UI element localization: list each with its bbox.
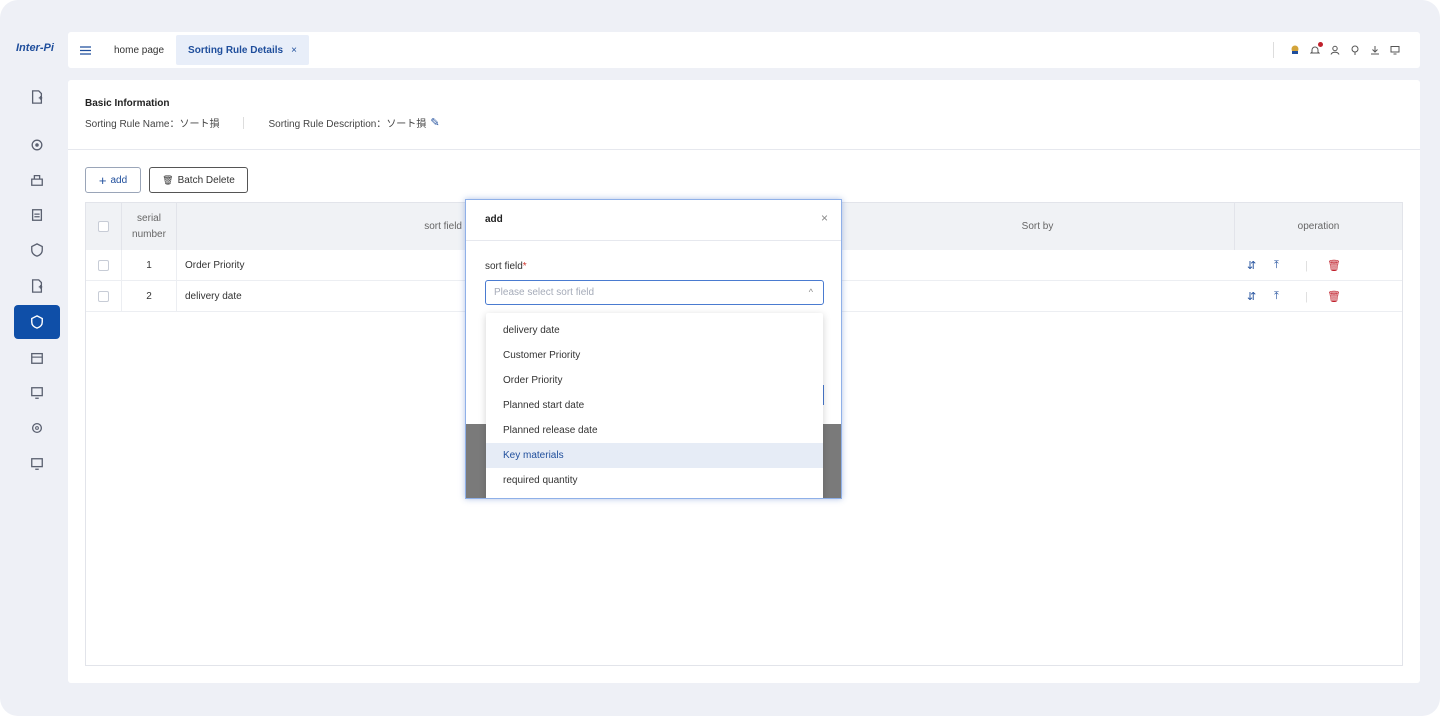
- rule-name-value: ソート損: [179, 119, 220, 130]
- divider: [1273, 42, 1274, 58]
- top-bar: home page Sorting Rule Details ×: [68, 32, 1420, 68]
- calendar-icon: [31, 352, 43, 364]
- divider: [68, 149, 1420, 150]
- user-icon[interactable]: [1330, 45, 1340, 55]
- sidebar-item-clipboard[interactable]: [14, 198, 60, 232]
- sort-field-select[interactable]: Please select sort field ^: [485, 280, 824, 305]
- select-placeholder: Please select sort field: [494, 287, 595, 298]
- clipboard-icon: [31, 209, 43, 221]
- pin-top-icon[interactable]: ⤒: [1274, 250, 1279, 281]
- sort-field-cell: Order Priority: [185, 260, 245, 271]
- notification-dot: [1318, 42, 1323, 47]
- row-checkbox-cell: [86, 281, 122, 312]
- dropdown-option[interactable]: required quantity: [486, 468, 823, 493]
- header-operation: operation: [1297, 220, 1340, 232]
- dropdown-option[interactable]: Order Priority: [486, 368, 823, 393]
- row-checkbox[interactable]: [98, 260, 109, 271]
- close-icon[interactable]: ×: [821, 211, 828, 225]
- dropdown-option[interactable]: Planned release date: [486, 418, 823, 443]
- monitor-icon[interactable]: [1390, 45, 1400, 55]
- trash-icon: 🗑: [162, 174, 174, 185]
- divider: [466, 240, 841, 241]
- sort-field-dropdown: delivery date Customer Priority Order Pr…: [486, 313, 823, 498]
- divider: |: [1305, 259, 1308, 272]
- file-icon: [31, 90, 43, 104]
- serial-cell: 2: [122, 281, 177, 312]
- box-icon: [31, 174, 43, 186]
- sort-field-cell: delivery date: [185, 291, 242, 302]
- row-checkbox-cell: [86, 250, 122, 281]
- gear-icon: [31, 139, 43, 151]
- header-checkbox-cell: [86, 203, 122, 250]
- header-sort-field: sort field: [424, 220, 462, 232]
- sidebar-item-monitor[interactable]: [14, 376, 60, 410]
- shield-icon: [31, 243, 43, 257]
- divider: |: [1305, 290, 1308, 303]
- row-checkbox[interactable]: [98, 291, 109, 302]
- divider: [243, 116, 245, 129]
- shield-icon: [31, 315, 43, 329]
- tab-close-icon[interactable]: ×: [291, 45, 297, 56]
- sidebar-item-settings[interactable]: [14, 411, 60, 445]
- sidebar-item-calendar[interactable]: [14, 341, 60, 375]
- hamburger-menu-icon[interactable]: [68, 32, 102, 68]
- rule-name-label: Sorting Rule Name：: [85, 119, 180, 130]
- tab-home-page[interactable]: home page: [102, 35, 176, 65]
- add-sort-field-dialog: add × sort field* Please select sort fie…: [465, 199, 842, 499]
- sort-icon[interactable]: ⇵: [1247, 281, 1256, 312]
- pin-icon[interactable]: [1350, 45, 1360, 55]
- avatar-badge-icon[interactable]: [1290, 45, 1300, 55]
- settings-icon: [31, 422, 43, 434]
- header-serial-number: serial number: [122, 203, 177, 250]
- app-frame: Inter-Pi home page Sorting Rule Details …: [0, 0, 1440, 716]
- plus-icon: +: [98, 172, 107, 188]
- sidebar-item-sorting-rules[interactable]: [14, 305, 60, 339]
- sidebar-item-monitor-2[interactable]: [14, 447, 60, 481]
- chevron-up-icon: ^: [808, 287, 813, 297]
- delete-icon[interactable]: 🗑: [1327, 250, 1341, 281]
- dropdown-option[interactable]: delivery date: [486, 318, 823, 343]
- sort-field-label-text: sort field: [485, 261, 523, 272]
- basic-info-row: Sorting Rule Name： ソート損 Sorting Rule Des…: [85, 115, 440, 130]
- delete-icon[interactable]: 🗑: [1327, 281, 1341, 312]
- rule-description-value: ソート損: [386, 119, 427, 130]
- select-all-checkbox[interactable]: [98, 221, 109, 232]
- sort-field-label: sort field*: [485, 261, 527, 272]
- sidebar-item-gear[interactable]: [14, 128, 60, 162]
- required-mark: *: [522, 261, 527, 272]
- download-icon[interactable]: [1370, 45, 1380, 55]
- tab-sorting-rule-details[interactable]: Sorting Rule Details ×: [176, 35, 309, 65]
- top-right-toolbar: [1273, 32, 1400, 68]
- dialog-title: add: [485, 214, 503, 225]
- add-button[interactable]: + add: [85, 167, 141, 193]
- add-label: add: [110, 174, 128, 186]
- tab-label: home page: [114, 44, 165, 56]
- sidebar-item-file-2[interactable]: [14, 269, 60, 303]
- sort-icon[interactable]: ⇵: [1247, 250, 1256, 281]
- batch-delete-label: Batch Delete: [177, 174, 235, 186]
- batch-delete-button[interactable]: 🗑 Batch Delete: [149, 167, 248, 193]
- tab-label: Sorting Rule Details: [188, 44, 284, 56]
- sidebar-item-file[interactable]: [14, 80, 60, 114]
- sidebar-item-shield[interactable]: [14, 233, 60, 267]
- serial-cell: 1: [122, 250, 177, 281]
- section-title: Basic Information: [85, 98, 170, 109]
- notification-button[interactable]: [1310, 42, 1323, 55]
- dropdown-option[interactable]: Customer Priority: [486, 343, 823, 368]
- header-sort-by: Sort by: [841, 203, 1235, 250]
- rule-description-label: Sorting Rule Description：: [268, 119, 387, 130]
- pin-top-icon[interactable]: ⤒: [1274, 281, 1279, 312]
- sidebar-item-box[interactable]: [14, 163, 60, 197]
- dropdown-option[interactable]: Planned start date: [486, 393, 823, 418]
- app-logo: Inter-Pi: [16, 42, 54, 54]
- monitor-icon: [31, 458, 43, 470]
- monitor-icon: [31, 387, 43, 399]
- file-icon: [31, 279, 43, 293]
- edit-pencil-icon[interactable]: ✎: [430, 116, 439, 129]
- dropdown-option-highlighted[interactable]: Key materials: [486, 443, 823, 468]
